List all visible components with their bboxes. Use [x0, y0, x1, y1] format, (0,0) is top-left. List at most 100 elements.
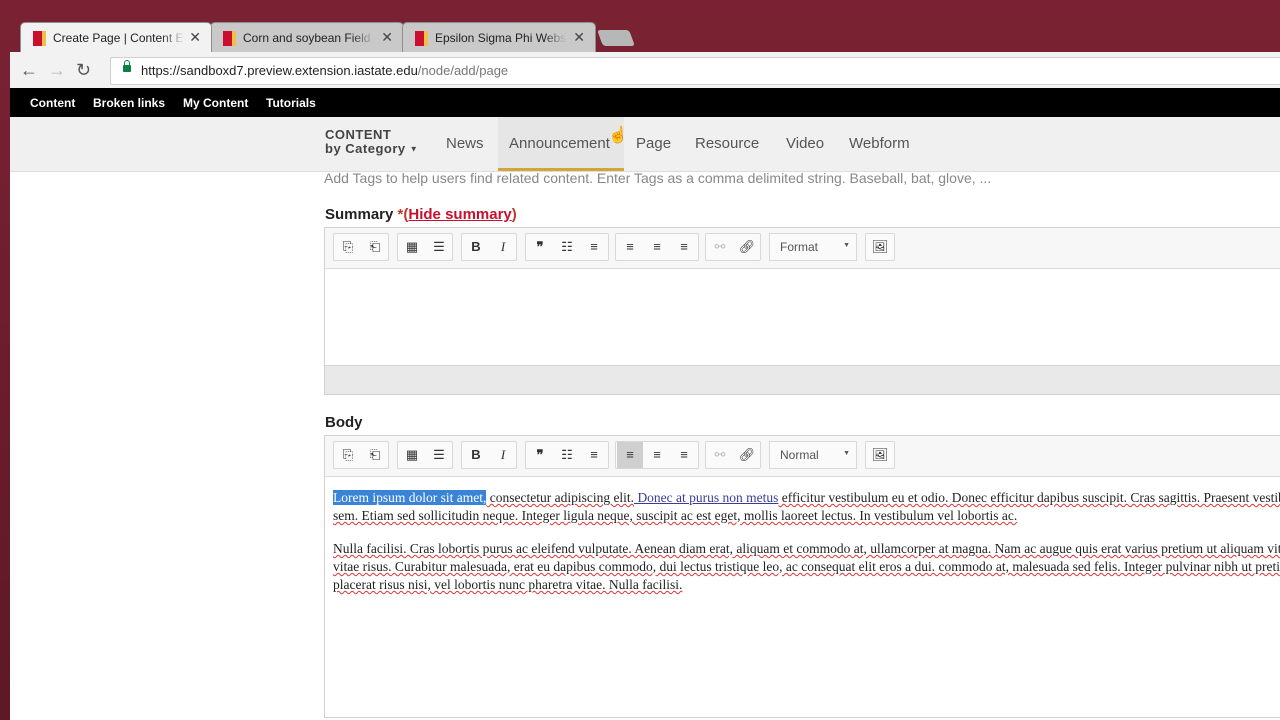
paste-icon[interactable]: ⎘	[335, 442, 361, 468]
new-tab-button[interactable]	[597, 30, 635, 46]
tab-epsilon-sigma-phi[interactable]: Epsilon Sigma Phi Websi ✕	[402, 22, 596, 52]
hand-cursor-icon: ☝	[608, 127, 628, 144]
paste-text-icon[interactable]: ⎗	[362, 234, 388, 260]
subnav-resource[interactable]: Resource	[695, 135, 759, 152]
category-line-1: CONTENT	[325, 127, 392, 142]
bold-icon[interactable]: B	[463, 442, 489, 468]
unlink-icon[interactable]: ⚯	[707, 234, 733, 260]
bulleted-list-icon[interactable]: ☷	[554, 442, 580, 468]
numbered-list-icon[interactable]: ≡	[581, 442, 607, 468]
body-link[interactable]: Donec at purus non metus	[634, 490, 778, 505]
paragraph-format-label: Normal	[780, 448, 819, 462]
subnav-video[interactable]: Video	[786, 135, 824, 152]
numbered-list-icon[interactable]: ≡	[581, 234, 607, 260]
align-group: ≡ ≡ ≡	[615, 441, 699, 469]
caret-down-icon: ▼	[409, 144, 419, 154]
align-right-icon[interactable]: ≡	[671, 442, 697, 468]
paragraph-group: ❞ ☷ ≡	[525, 233, 609, 261]
admin-link-content[interactable]: Content	[30, 96, 75, 110]
table-icon[interactable]: ▦	[399, 234, 425, 260]
image-group: 🖼︎	[865, 233, 895, 261]
bold-icon[interactable]: B	[463, 234, 489, 260]
back-arrow-icon[interactable]: ←	[20, 60, 38, 81]
align-center-icon[interactable]: ≡	[644, 234, 670, 260]
format-dropdown-label: Format	[780, 240, 819, 254]
link-icon[interactable]: 🔗︎	[734, 234, 760, 260]
table-icon[interactable]: ▦	[399, 442, 425, 468]
site-favicon-icon	[223, 31, 236, 46]
body-text-run: consectetur adipiscing elit.	[486, 490, 635, 505]
lock-icon	[123, 60, 131, 72]
link-icon[interactable]: 🔗︎	[734, 442, 760, 468]
link-group: ⚯ 🔗︎	[705, 441, 761, 469]
hide-summary-link[interactable]: Hide summary	[408, 206, 511, 223]
summary-text-area[interactable]	[325, 269, 1280, 365]
paragraph-group: ❞ ☷ ≡	[525, 441, 609, 469]
blockquote-icon[interactable]: ❞	[527, 234, 553, 260]
admin-link-broken-links[interactable]: Broken links	[93, 96, 165, 110]
body-paragraph-2: Nulla facilisi. Cras lobortis purus ac e…	[333, 541, 1280, 592]
site-favicon-icon	[33, 31, 46, 46]
tab-title: Corn and soybean Field	[243, 31, 375, 45]
basic-style-group: B I	[461, 233, 517, 261]
tab-corn-soybean[interactable]: Corn and soybean Field ✕	[210, 22, 404, 52]
paragraph-format-dropdown[interactable]: Normal ▼	[769, 441, 857, 469]
align-right-icon[interactable]: ≡	[671, 234, 697, 260]
body-editor: ⎘ ⎗ ▦ ☰ B I ❞ ☷ ≡ ≡ ≡ ≡ ⚯ 🔗︎ Normal ▼ 🖼︎…	[324, 435, 1280, 718]
tab-create-page[interactable]: Create Page | Content Ed ✕	[20, 22, 212, 52]
reload-icon[interactable]: ↻	[76, 60, 91, 81]
paste-icon[interactable]: ⎘	[335, 234, 361, 260]
clipboard-group: ⎘ ⎗	[333, 233, 389, 261]
admin-bar: Content Broken links My Content Tutorial…	[10, 88, 1280, 117]
subnav-news[interactable]: News	[446, 135, 484, 152]
body-toolbar: ⎘ ⎗ ▦ ☰ B I ❞ ☷ ≡ ≡ ≡ ≡ ⚯ 🔗︎ Normal ▼ 🖼︎	[325, 436, 1280, 477]
horizontal-rule-icon[interactable]: ☰	[426, 234, 452, 260]
site-favicon-icon	[415, 31, 428, 46]
close-tab-icon[interactable]: ✕	[573, 29, 585, 46]
subnav-announcement[interactable]: Announcement	[509, 135, 613, 152]
horizontal-rule-icon[interactable]: ☰	[426, 442, 452, 468]
admin-link-tutorials[interactable]: Tutorials	[266, 96, 316, 110]
unlink-icon[interactable]: ⚯	[707, 442, 733, 468]
content-category-dropdown[interactable]: CONTENT by Category ▼	[325, 128, 418, 157]
paste-text-icon[interactable]: ⎗	[362, 442, 388, 468]
tab-strip: Create Page | Content Ed ✕ Corn and soyb…	[0, 0, 1280, 52]
insert-group: ▦ ☰	[397, 233, 453, 261]
close-tab-icon[interactable]: ✕	[189, 29, 201, 46]
body-text-area[interactable]: Lorem ipsum dolor sit amet, consectetur …	[325, 477, 1280, 717]
summary-label: Summary *(Hide summary)	[325, 206, 517, 223]
italic-icon[interactable]: I	[490, 234, 516, 260]
tags-help-text: Add Tags to help users find related cont…	[324, 170, 992, 186]
close-tab-icon[interactable]: ✕	[381, 29, 393, 46]
basic-style-group: B I	[461, 441, 517, 469]
admin-link-my-content[interactable]: My Content	[183, 96, 248, 110]
summary-editor-footer	[325, 365, 1280, 394]
caret-down-icon: ▼	[843, 450, 850, 457]
subnav-page[interactable]: Page	[636, 135, 671, 152]
url-path: /node/add/page	[417, 63, 509, 78]
caret-down-icon: ▼	[843, 242, 850, 249]
required-marker: *(Hide summary)	[397, 206, 517, 223]
align-left-icon[interactable]: ≡	[617, 234, 643, 260]
clipboard-group: ⎘ ⎗	[333, 441, 389, 469]
insert-group: ▦ ☰	[397, 441, 453, 469]
page-content: CONTENT by Category ▼ News Announcement …	[10, 117, 1280, 720]
url-host: https://sandboxd7.preview.extension.iast…	[141, 63, 418, 78]
italic-icon[interactable]: I	[490, 442, 516, 468]
subnav-webform[interactable]: Webform	[849, 135, 910, 152]
category-line-2: by Category	[325, 141, 406, 156]
tab-title: Create Page | Content Ed	[53, 31, 185, 45]
forward-arrow-icon[interactable]: →	[48, 60, 66, 81]
image-icon[interactable]: 🖼︎	[867, 234, 893, 260]
browser-window: Create Page | Content Ed ✕ Corn and soyb…	[0, 0, 1280, 720]
image-group: 🖼︎	[865, 441, 895, 469]
summary-toolbar: ⎘ ⎗ ▦ ☰ B I ❞ ☷ ≡ ≡ ≡ ≡ ⚯ 🔗︎ Format ▼ 🖼︎	[325, 228, 1280, 269]
address-bar[interactable]: https://sandboxd7.preview.extension.iast…	[110, 57, 1280, 85]
format-dropdown[interactable]: Format ▼	[769, 233, 857, 261]
blockquote-icon[interactable]: ❞	[527, 442, 553, 468]
align-center-icon[interactable]: ≡	[644, 442, 670, 468]
align-left-icon[interactable]: ≡	[617, 442, 643, 468]
image-icon[interactable]: 🖼︎	[867, 442, 893, 468]
browser-toolbar: ← → ↻ https://sandboxd7.preview.extensio…	[10, 52, 1280, 89]
bulleted-list-icon[interactable]: ☷	[554, 234, 580, 260]
